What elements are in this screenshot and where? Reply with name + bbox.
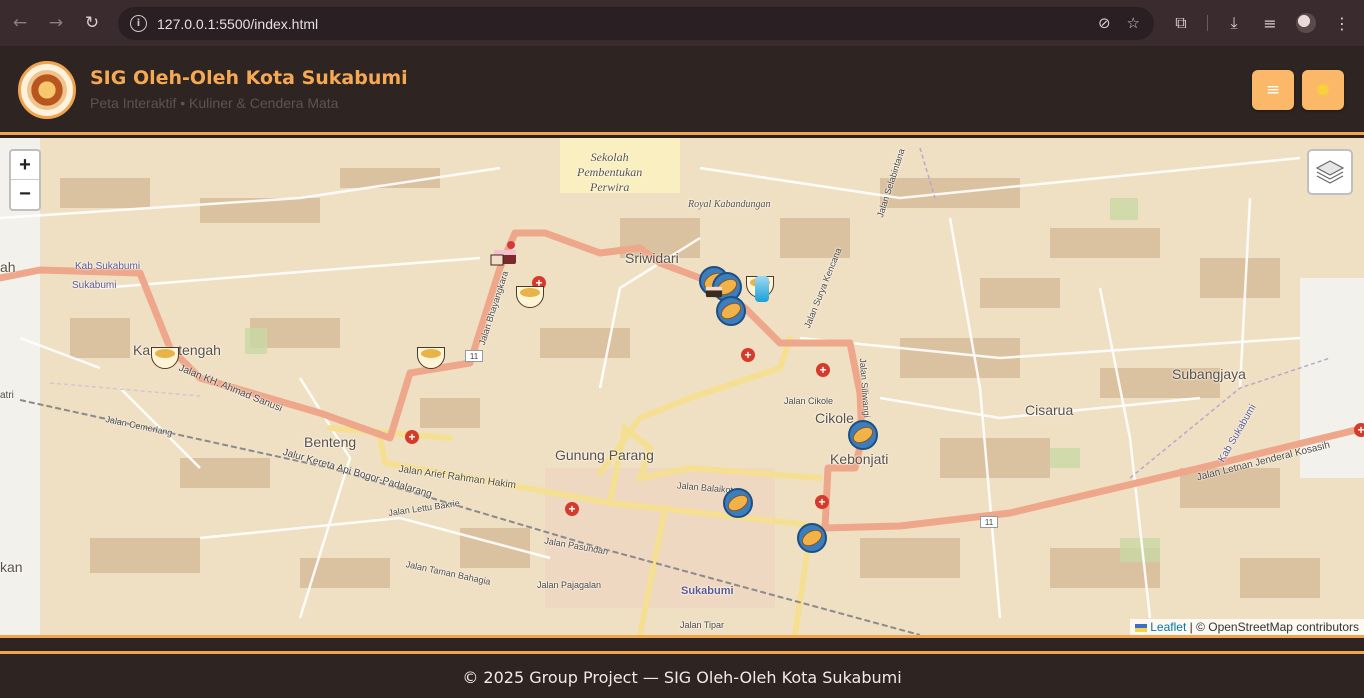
footer-divider xyxy=(0,651,1364,654)
logo xyxy=(18,61,76,119)
onde-marker-icon[interactable] xyxy=(848,420,878,450)
menu-button[interactable]: ≡ xyxy=(1252,70,1294,110)
label-cisarua: Cisarua xyxy=(1025,402,1074,418)
onde-marker-icon[interactable] xyxy=(797,523,827,553)
layers-icon xyxy=(1316,160,1344,184)
more-menu-icon[interactable]: ⋮ xyxy=(1327,8,1357,38)
map-view[interactable]: Sekolah Pembentukan Perwira Royal Kabandun… xyxy=(0,138,1364,635)
zoom-control: + − xyxy=(9,149,41,211)
extensions-icon[interactable]: ⧉ xyxy=(1166,8,1196,38)
hospital-icon[interactable]: + xyxy=(1354,423,1364,437)
label-subangjaya: Subangjaya xyxy=(1172,366,1246,382)
hospital-icon[interactable]: + xyxy=(741,348,755,362)
hospital-icon[interactable]: + xyxy=(405,430,419,444)
sun-icon: ✹ xyxy=(1314,78,1332,102)
label-jalan-pajagalan: Jalan Pajagalan xyxy=(537,580,602,590)
label-kebonjati: Kebonjati xyxy=(830,451,889,467)
hospital-icon[interactable]: + xyxy=(816,363,830,377)
label-jalan-tipar: Jalan Tipar xyxy=(680,620,725,630)
profile-avatar[interactable] xyxy=(1291,8,1321,38)
eye-off-icon[interactable]: ⊘ xyxy=(1098,14,1111,32)
cake-marker-icon[interactable] xyxy=(703,278,725,300)
label-atri: atri xyxy=(0,390,14,401)
label-sukabumi: Sukabumi xyxy=(681,585,734,597)
label-cikole: Cikole xyxy=(815,410,854,426)
drink-marker-icon[interactable] xyxy=(755,276,769,302)
zoom-in-button[interactable]: + xyxy=(11,151,39,180)
download-icon[interactable]: ⤓ xyxy=(1219,8,1249,38)
star-icon[interactable]: ☆ xyxy=(1127,14,1140,32)
page-title: SIG Oleh-Oleh Kota Sukabumi xyxy=(90,67,408,89)
hospital-icon[interactable]: + xyxy=(815,495,829,509)
url-text: 127.0.0.1:5500/index.html xyxy=(157,15,319,32)
map-tiles[interactable] xyxy=(0,138,1364,635)
osm-attribution: | © OpenStreetMap contributors xyxy=(1189,620,1359,634)
leaflet-link[interactable]: Leaflet xyxy=(1150,620,1186,634)
toolbar-divider xyxy=(1207,15,1208,31)
layers-button[interactable] xyxy=(1307,149,1353,195)
label-kab-sukabumi-w: Kab Sukabumi xyxy=(75,261,141,272)
label-royal: Royal Kabandungan xyxy=(688,199,771,210)
label-sekolah: Sekolah Pembentukan Perwira xyxy=(577,150,643,194)
label-sriwidari: Sriwidari xyxy=(625,250,679,266)
label-kan: kan xyxy=(0,559,23,575)
browser-toolbar: ← → ↻ i 127.0.0.1:5500/index.html ⊘ ☆ ⧉ … xyxy=(0,0,1364,46)
label-gunung-parang: Gunung Parang xyxy=(555,447,654,463)
label-sukabumi-w: Sukabumi xyxy=(72,280,117,291)
ukraine-flag-icon xyxy=(1135,623,1148,632)
reload-icon[interactable]: ↻ xyxy=(77,8,107,38)
forward-arrow-icon[interactable]: → xyxy=(41,8,71,38)
label-benteng: Benteng xyxy=(304,434,357,450)
address-bar[interactable]: i 127.0.0.1:5500/index.html ⊘ ☆ xyxy=(118,7,1154,40)
back-arrow-icon[interactable]: ← xyxy=(5,8,35,38)
hamburger-icon: ≡ xyxy=(1265,80,1281,100)
route-shield-11-east: 11 xyxy=(980,516,998,528)
app-header: SIG Oleh-Oleh Kota Sukabumi Peta Interak… xyxy=(0,46,1364,135)
onde-marker-icon[interactable] xyxy=(723,488,753,518)
label-jalan-cikole: Jalan Cikole xyxy=(784,396,834,406)
footer-text: © 2025 Group Project — SIG Oleh-Oleh Kot… xyxy=(462,668,902,687)
footer: © 2025 Group Project — SIG Oleh-Oleh Kot… xyxy=(0,635,1364,698)
theme-toggle-button[interactable]: ✹ xyxy=(1302,70,1344,110)
zoom-out-button[interactable]: − xyxy=(11,180,39,209)
page-subtitle: Peta Interaktif • Kuliner & Cendera Mata xyxy=(90,95,339,111)
media-queue-icon[interactable]: ≡ xyxy=(1255,8,1285,38)
label-ah: ah xyxy=(0,259,16,275)
map-attribution: Leaflet | © OpenStreetMap contributors xyxy=(1130,619,1364,635)
route-shield-11-west: 11 xyxy=(465,350,483,362)
site-info-icon[interactable]: i xyxy=(130,15,147,32)
hospital-icon[interactable]: + xyxy=(565,502,579,516)
cake-marker-icon[interactable] xyxy=(490,238,520,268)
onde-marker-icon[interactable] xyxy=(716,296,746,326)
